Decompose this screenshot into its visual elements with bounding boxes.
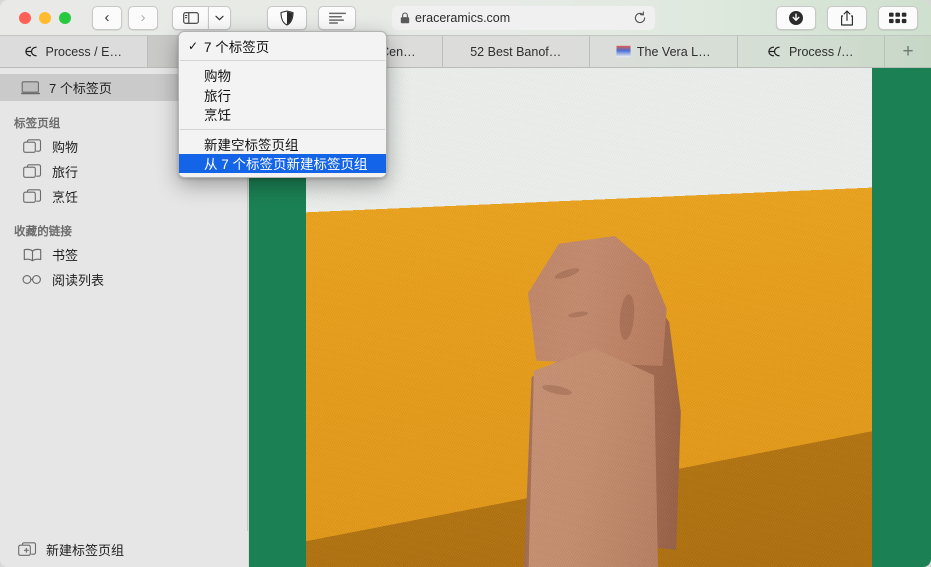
- minimize-button[interactable]: [39, 12, 51, 24]
- chevron-left-icon: ‹: [105, 10, 110, 25]
- sidebar-current-label: 7 个标签页: [49, 78, 112, 97]
- reader-view-button[interactable]: [318, 6, 356, 30]
- tab-the-vera-l[interactable]: The Vera L…: [590, 36, 738, 67]
- menu-item-label: 购物: [204, 65, 231, 85]
- chevron-right-icon: ›: [141, 10, 146, 25]
- sidebar-item-label: 阅读列表: [52, 270, 104, 289]
- menu-item-current-tabs[interactable]: ✓ 7 个标签页: [179, 36, 386, 56]
- menu-item-shopping[interactable]: 购物: [179, 66, 386, 86]
- sidebar-menu-button[interactable]: [208, 6, 231, 30]
- forward-button[interactable]: ›: [128, 6, 158, 30]
- tab-overview-icon: [889, 12, 907, 24]
- zoom-button[interactable]: [59, 12, 71, 24]
- display-icon: [20, 81, 40, 95]
- menu-separator: [180, 60, 385, 61]
- menu-item-label: 7 个标签页: [204, 36, 269, 56]
- product-photo: [306, 68, 872, 567]
- eraceramics-logo-icon: [25, 45, 40, 58]
- tab-overview-button[interactable]: [878, 6, 918, 30]
- clay-block: [524, 236, 699, 567]
- tab-group-icon: [22, 189, 42, 204]
- navigation-buttons: ‹ ›: [92, 6, 158, 30]
- sidebar-icon: [183, 12, 199, 24]
- new-tab-button[interactable]: +: [885, 36, 931, 67]
- toolbar-right-buttons: [776, 6, 918, 30]
- menu-item-label: 烹饪: [204, 104, 231, 124]
- new-tab-group-button[interactable]: 新建标签页组: [0, 531, 248, 567]
- privacy-report-button[interactable]: [267, 6, 307, 30]
- privacy-shield-icon: [279, 10, 295, 26]
- photo-green-band-right: [872, 68, 931, 567]
- checkmark-icon: ✓: [188, 39, 204, 53]
- lock-icon: [400, 12, 410, 24]
- tab-bar: Process / E…: [0, 36, 931, 68]
- tab-52-best-banof[interactable]: 52 Best Banof…: [443, 36, 591, 67]
- plus-icon: +: [902, 41, 913, 63]
- menu-item-new-tab-group-from-tabs[interactable]: 从 7 个标签页新建标签页组: [179, 154, 386, 174]
- safari-window: ‹ ›: [0, 0, 931, 567]
- share-button[interactable]: [827, 6, 867, 30]
- share-icon: [840, 10, 854, 26]
- vera-gradient-icon: [616, 45, 631, 58]
- sidebar-item-bookmarks[interactable]: 书签: [0, 242, 247, 267]
- sidebar-toggle-button[interactable]: [172, 6, 208, 30]
- tab-group-icon: [22, 139, 42, 154]
- menu-item-new-empty-tab-group[interactable]: 新建空标签页组: [179, 134, 386, 154]
- downloads-button[interactable]: [776, 6, 816, 30]
- window-controls: [19, 12, 71, 24]
- tab-group-icon: [22, 164, 42, 179]
- new-tab-group-icon: [17, 542, 37, 557]
- sidebar-item-label: 购物: [52, 137, 78, 156]
- tab-label: Process /…: [789, 45, 854, 59]
- clay-face-front: [526, 344, 658, 567]
- chevron-down-icon: [215, 15, 224, 21]
- sidebar-item-reading-list[interactable]: 阅读列表: [0, 267, 247, 292]
- tab-process-2[interactable]: Process /…: [738, 36, 886, 67]
- menu-separator: [180, 129, 385, 130]
- reader-view-icon: [329, 12, 346, 24]
- bookmarks-icon: [22, 248, 42, 262]
- tab-label: Process / E…: [46, 45, 122, 59]
- menu-item-label: 从 7 个标签页新建标签页组: [204, 153, 368, 173]
- menu-item-travel[interactable]: 旅行: [179, 85, 386, 105]
- reading-list-icon: [22, 274, 42, 285]
- eraceramics-logo-icon: [768, 45, 783, 58]
- menu-item-label: 旅行: [204, 85, 231, 105]
- tab-group-dropdown-menu: ✓ 7 个标签页 购物 旅行 烹饪 新建空标签页组 从 7 个标签页新建标签页组: [178, 31, 387, 178]
- sidebar-item-label: 旅行: [52, 162, 78, 181]
- sidebar-item-label: 书签: [52, 245, 78, 264]
- download-icon: [788, 10, 804, 26]
- sidebar-section-header-favorites: 收藏的链接: [0, 223, 247, 239]
- sidebar-item-label: 烹饪: [52, 187, 78, 206]
- new-tab-group-label: 新建标签页组: [46, 540, 124, 559]
- tab-process-e[interactable]: Process / E…: [0, 36, 148, 67]
- tab-label: 52 Best Banof…: [470, 45, 561, 59]
- clay-face-top: [528, 236, 668, 366]
- back-button[interactable]: ‹: [92, 6, 122, 30]
- close-button[interactable]: [19, 12, 31, 24]
- tab-label: The Vera L…: [637, 45, 711, 59]
- sidebar-toggle-group: [172, 6, 231, 30]
- menu-item-label: 新建空标签页组: [204, 134, 299, 154]
- url-text: eraceramics.com: [415, 11, 633, 25]
- sidebar-item-cooking[interactable]: 烹饪: [0, 184, 247, 209]
- reload-icon[interactable]: [633, 11, 647, 25]
- address-bar[interactable]: eraceramics.com: [392, 6, 655, 30]
- browser-toolbar: ‹ ›: [0, 0, 931, 36]
- menu-item-cooking[interactable]: 烹饪: [179, 105, 386, 125]
